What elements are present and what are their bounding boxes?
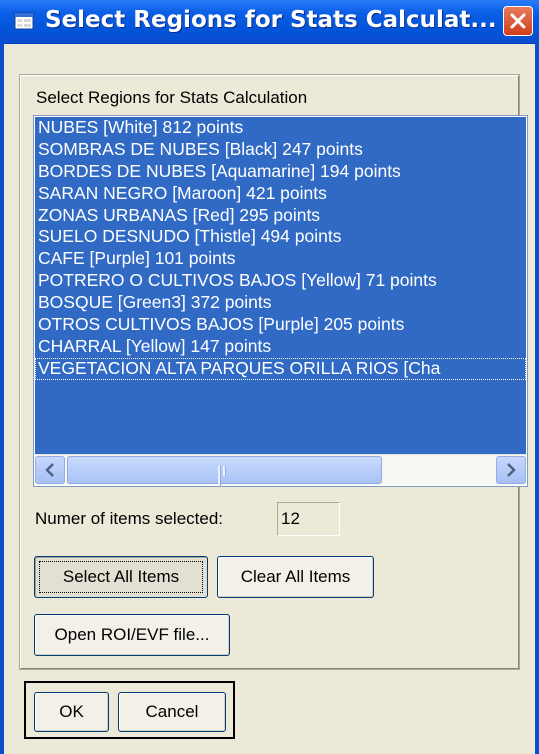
list-item[interactable]: NUBES [White] 812 points: [35, 117, 526, 139]
selected-count-field: 12: [277, 502, 340, 536]
panel-label: Select Regions for Stats Calculation: [36, 88, 308, 107]
window-frame-left: [0, 43, 4, 754]
list-item[interactable]: BOSQUE [Green3] 372 points: [35, 292, 526, 314]
select-all-button[interactable]: Select All Items: [34, 556, 208, 598]
list-item[interactable]: BORDES DE NUBES [Aquamarine] 194 points: [35, 161, 526, 183]
clear-all-label: Clear All Items: [240, 567, 351, 586]
arrow-right-icon: [507, 463, 516, 477]
horizontal-scrollbar[interactable]: [35, 454, 526, 486]
close-x-icon: [510, 13, 526, 29]
ok-label: OK: [59, 702, 84, 721]
open-file-button[interactable]: Open ROI/EVF file...: [34, 614, 230, 656]
list-item[interactable]: SARAN NEGRO [Maroon] 421 points: [35, 183, 526, 205]
list-item[interactable]: CHARRAL [Yellow] 147 points: [35, 336, 526, 358]
select-all-label: Select All Items: [62, 567, 180, 586]
regions-list: NUBES [White] 812 points SOMBRAS DE NUBE…: [35, 117, 526, 455]
list-item[interactable]: ZONAS URBANAS [Red] 295 points: [35, 205, 526, 227]
arrow-left-icon: [45, 463, 54, 477]
regions-listbox[interactable]: NUBES [White] 812 points SOMBRAS DE NUBE…: [33, 115, 528, 487]
cancel-button[interactable]: Cancel: [118, 692, 226, 732]
list-item[interactable]: SOMBRAS DE NUBES [Black] 247 points: [35, 139, 526, 161]
window-title: Select Regions for Stats Calculat...: [45, 7, 497, 33]
scroll-right-button[interactable]: [496, 456, 526, 484]
list-item[interactable]: OTROS CULTIVOS BAJOS [Purple] 205 points: [35, 314, 526, 336]
scroll-thumb[interactable]: [67, 456, 382, 486]
cancel-label: Cancel: [145, 702, 199, 721]
dialog-window: Select Regions for Stats Calculat... Sel…: [0, 0, 539, 754]
list-item[interactable]: POTRERO O CULTIVOS BAJOS [Yellow] 71 poi…: [35, 270, 526, 292]
selected-count-label: Numer of items selected:: [35, 509, 224, 528]
list-item[interactable]: SUELO DESNUDO [Thistle] 494 points: [35, 226, 526, 248]
clear-all-button[interactable]: Clear All Items: [217, 556, 374, 598]
window-frame-right: [535, 43, 539, 754]
scroll-left-button[interactable]: [35, 456, 65, 484]
list-item[interactable]: VEGETACION ALTA PARQUES ORILLA RIOS [Cha: [35, 357, 526, 380]
app-window-icon: [14, 11, 34, 31]
close-button[interactable]: [503, 6, 533, 36]
list-item[interactable]: CAFE [Purple] 101 points: [35, 248, 526, 270]
title-bar[interactable]: Select Regions for Stats Calculat...: [0, 0, 539, 44]
ok-button[interactable]: OK: [34, 692, 109, 732]
grip-icon: [218, 466, 232, 486]
open-file-label: Open ROI/EVF file...: [54, 625, 210, 644]
